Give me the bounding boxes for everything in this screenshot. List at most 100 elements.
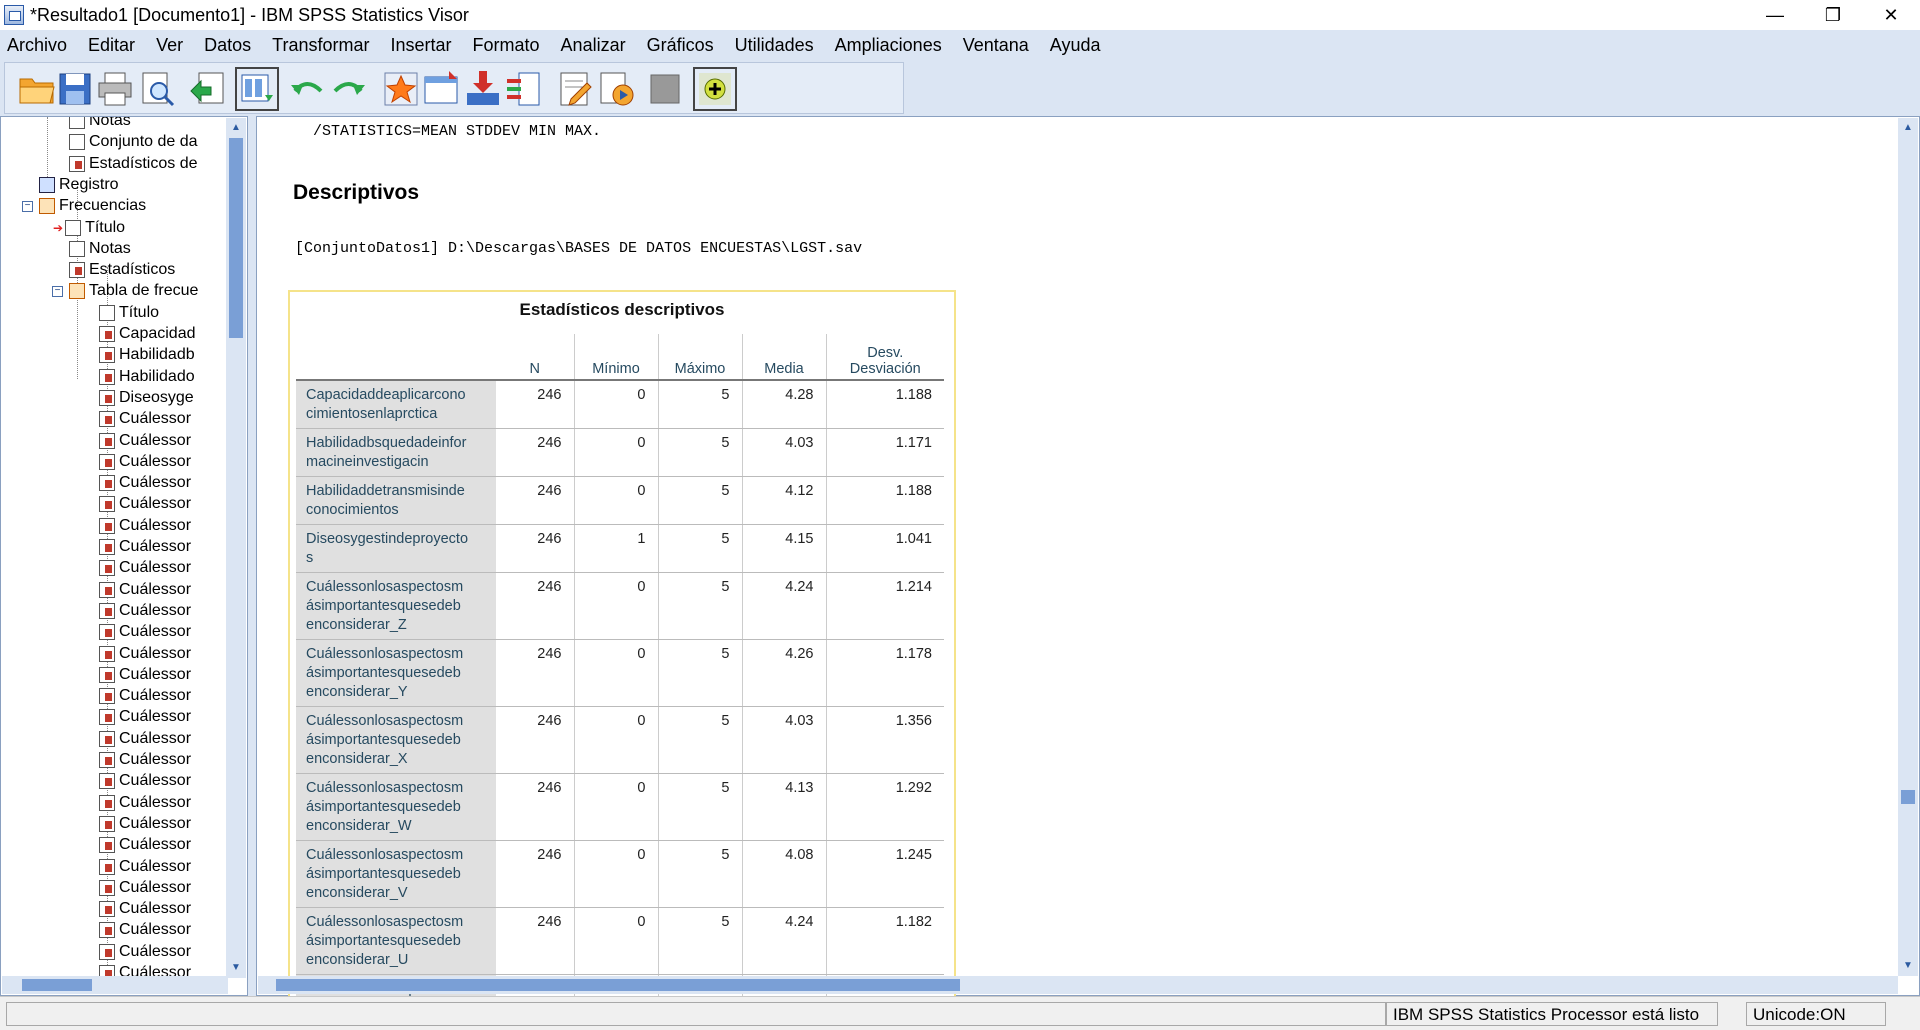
outline-horizontal-scrollbar[interactable] [2, 976, 228, 994]
redo-icon[interactable] [329, 69, 369, 109]
outline-item[interactable]: Cuálessor [99, 878, 191, 898]
menu-ampliaciones[interactable]: Ampliaciones [828, 35, 951, 56]
column-header: Desv. Desviación [825, 334, 944, 381]
outline-item-label: Habilidadb [119, 346, 195, 364]
outline-item[interactable]: Cuálessor [99, 601, 191, 621]
outline-vertical-scrollbar[interactable]: ▲ ▼ [226, 118, 246, 978]
collapse-icon[interactable]: − [22, 200, 33, 212]
outline-item[interactable]: Cuálessor [99, 814, 191, 834]
outline-item[interactable]: Cuálessor [99, 644, 191, 664]
menu-datos[interactable]: Datos [197, 35, 260, 56]
outline-item[interactable]: Cuálessor [99, 729, 191, 749]
table-cell: 5 [657, 907, 742, 975]
close-button[interactable]: ✕ [1862, 0, 1920, 30]
outline-item[interactable]: − Frecuencias [22, 196, 146, 216]
menu-graficos[interactable]: Gráficos [640, 35, 723, 56]
outline-item[interactable]: Cuálessor [99, 494, 191, 514]
outline-item-label: Cuálessor [119, 410, 192, 428]
open-folder-icon[interactable] [17, 69, 57, 109]
undo-icon[interactable] [287, 69, 327, 109]
scroll-thumb[interactable] [229, 138, 243, 338]
print-icon[interactable] [95, 69, 135, 109]
outline-item[interactable]: Cuálessor [99, 771, 191, 791]
outline-item[interactable]: ➔ Título [53, 218, 125, 238]
scroll-thumb[interactable] [1901, 790, 1915, 804]
minimize-button[interactable]: — [1746, 0, 1804, 30]
outline-item[interactable]: Habilidado [99, 367, 195, 387]
outline-item[interactable]: Habilidadb [99, 345, 195, 365]
outline-item[interactable]: Cuálessor [99, 686, 191, 706]
content-horizontal-scrollbar[interactable] [258, 976, 1898, 994]
menu-ver[interactable]: Ver [149, 35, 192, 56]
outline-item[interactable]: Cuálessor [99, 452, 191, 472]
outline-item[interactable]: Cuálessor [99, 473, 191, 493]
outline-item[interactable]: Cuálessor [99, 920, 191, 940]
outline-item-label: Frecuencias [59, 197, 147, 215]
descriptive-stats-table[interactable]: Estadísticos descriptivos N Mínimo Máximo M… [288, 290, 956, 1010]
goto-data-icon[interactable] [235, 67, 279, 111]
outline-item-label: Cuálessor [119, 665, 192, 683]
add-icon[interactable] [693, 67, 737, 111]
scroll-down-icon[interactable]: ▼ [1900, 958, 1916, 974]
outline-item[interactable]: Cuálessor [99, 835, 191, 855]
scroll-down-icon[interactable]: ▼ [228, 960, 244, 976]
menu-insertar[interactable]: Insertar [383, 35, 460, 56]
menu-utilidades[interactable]: Utilidades [728, 35, 823, 56]
menu-transformar[interactable]: Transformar [265, 35, 378, 56]
content-vertical-scrollbar[interactable]: ▲ ▼ [1898, 118, 1918, 976]
outline-item[interactable]: Cuálessor [99, 707, 191, 727]
outline-item[interactable]: Cuálessor [99, 537, 191, 557]
outline-item[interactable]: Cuálessor [99, 665, 191, 685]
outline-item[interactable]: Cuálessor [99, 558, 191, 578]
menu-ventana[interactable]: Ventana [956, 35, 1038, 56]
goto-variable-icon[interactable] [421, 69, 461, 109]
outline-item[interactable]: Cuálessor [99, 793, 191, 813]
outline-item-label: Cuálessor [119, 772, 192, 790]
save-icon[interactable] [55, 69, 95, 109]
scroll-thumb[interactable] [22, 979, 92, 991]
collapse-icon[interactable]: − [52, 285, 63, 297]
pane-splitter[interactable] [248, 116, 256, 996]
outline-item[interactable]: Notas [69, 117, 131, 131]
outline-item[interactable]: Estadísticos de [69, 154, 198, 174]
outline-item[interactable]: Estadísticos [69, 260, 175, 280]
menu-formato[interactable]: Formato [466, 35, 549, 56]
outline-item[interactable]: Cuálessor [99, 580, 191, 600]
outline-item[interactable]: Cuálessor [99, 409, 191, 429]
outline-item[interactable]: − Tabla de frecue [52, 281, 198, 301]
scroll-up-icon[interactable]: ▲ [1900, 120, 1916, 136]
scroll-thumb[interactable] [276, 979, 960, 991]
outline-item[interactable]: Cuálessor [99, 622, 191, 642]
scroll-up-icon[interactable]: ▲ [228, 120, 244, 136]
toolbar [0, 60, 1920, 116]
menu-analizar[interactable]: Analizar [554, 35, 635, 56]
outline-item[interactable]: Cuálessor [99, 516, 191, 536]
restore-button[interactable]: ❐ [1804, 0, 1862, 30]
outline-item[interactable]: Cuálessor [99, 857, 191, 877]
run-script-icon[interactable] [597, 69, 637, 109]
table-cell: 246 [496, 380, 574, 429]
insert-output-icon[interactable] [463, 69, 503, 109]
script-icon[interactable] [555, 69, 595, 109]
outline-item[interactable]: Capacidad [99, 324, 196, 344]
syntax-line: /STATISTICS=MEAN STDDEV MIN MAX. [313, 123, 602, 140]
outline-item[interactable]: Cuálessor [99, 899, 191, 919]
outline-item[interactable]: Cuálessor [99, 750, 191, 770]
print-preview-icon[interactable] [137, 69, 177, 109]
disabled-icon[interactable] [645, 69, 685, 109]
outline-item[interactable]: Cuálessor [99, 431, 191, 451]
outline-item[interactable]: Registro [39, 175, 119, 195]
outline-item[interactable]: Diseosyge [99, 388, 194, 408]
menu-archivo[interactable]: Archivo [0, 35, 76, 56]
outline-pane[interactable]: Notas Conjunto de da Estadísticos de Regist… [0, 116, 248, 996]
menu-ayuda[interactable]: Ayuda [1043, 35, 1110, 56]
outline-item[interactable]: Título [99, 303, 159, 323]
variables-icon[interactable] [503, 69, 543, 109]
outline-item[interactable]: Notas [69, 239, 131, 259]
export-icon[interactable] [187, 69, 227, 109]
outline-item[interactable]: Cuálessor [99, 942, 191, 962]
outline-item[interactable]: Conjunto de da [69, 132, 198, 152]
goto-case-icon[interactable] [381, 69, 421, 109]
table-row: Cuálessonlosaspectosm ásimportantesquese… [296, 907, 944, 975]
menu-editar[interactable]: Editar [81, 35, 144, 56]
